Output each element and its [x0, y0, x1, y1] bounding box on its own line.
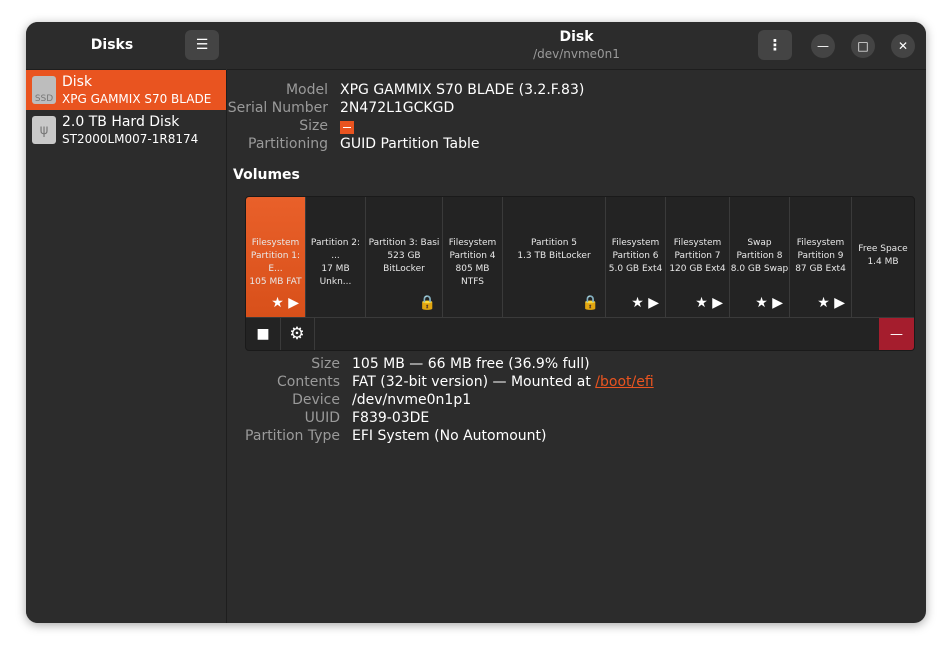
- content-header: Disk /dev/nvme0n1 ⋮ — □ ✕: [227, 22, 926, 70]
- usb-drive-icon: ψ: [32, 116, 56, 144]
- device-name: 2.0 TB Hard Disk: [62, 114, 180, 130]
- disk-menu-button[interactable]: ⋮: [758, 30, 792, 60]
- volumes-title: Volumes: [233, 167, 300, 183]
- device-name: Disk: [62, 74, 93, 90]
- partition-label: Filesystem Partition 7 120 GB Ext4: [669, 238, 726, 274]
- partition-label: Partition 2: ... 17 MB Unkn...: [310, 238, 361, 287]
- partition-5[interactable]: Partition 5 1.3 TB BitLocker 🔒: [503, 197, 606, 317]
- ssd-icon: SSD: [32, 76, 56, 104]
- partition-label: Filesystem Partition 9 87 GB Ext4: [795, 238, 846, 274]
- partition-label: Free Space 1.4 MB: [858, 244, 908, 267]
- free-space[interactable]: Free Space 1.4 MB: [852, 197, 914, 317]
- partition-1[interactable]: Filesystem Partition 1: E... 105 MB FAT …: [246, 197, 306, 317]
- partition-2[interactable]: Partition 2: ... 17 MB Unkn...: [306, 197, 366, 317]
- model-value: XPG GAMMIX S70 BLADE (3.2.F.83): [340, 82, 585, 98]
- partition-label: Partition 3: Basi 523 GB BitLocker: [368, 238, 440, 274]
- close-icon: ✕: [897, 39, 909, 53]
- star-play-icon: ★ ▶: [271, 295, 299, 311]
- lock-icon: 🔒: [581, 295, 599, 311]
- device-item-hdd[interactable]: ψ 2.0 TB Hard Disk ST2000LM007-1R8174: [26, 110, 226, 150]
- main-menu-button[interactable]: ☰: [185, 30, 219, 60]
- device-label: Device: [292, 392, 340, 408]
- star-play-icon: ★ ▶: [817, 295, 845, 311]
- kebab-icon: ⋮: [767, 36, 783, 54]
- volume-toolbar: ■ ⚙ —: [246, 317, 914, 350]
- partitioning-value: GUID Partition Table: [340, 136, 480, 152]
- uuid-label: UUID: [304, 410, 340, 426]
- mount-point-link[interactable]: /boot/efi: [595, 374, 653, 390]
- maximize-icon: □: [857, 39, 869, 53]
- gear-icon: ⚙: [289, 324, 305, 344]
- partitioning-label: Partitioning: [248, 136, 328, 152]
- contents-label: Contents: [277, 374, 340, 390]
- partition-label: Partition 5 1.3 TB BitLocker: [517, 238, 591, 261]
- size-indicator: [340, 121, 354, 134]
- partition-type-label: Partition Type: [245, 428, 340, 444]
- delete-partition-button[interactable]: —: [879, 318, 914, 350]
- close-button[interactable]: ✕: [891, 34, 915, 58]
- device-model: ST2000LM007-1R8174: [62, 132, 199, 146]
- minus-icon: —: [890, 327, 903, 342]
- partition-3[interactable]: Partition 3: Basi 523 GB BitLocker 🔒: [366, 197, 443, 317]
- star-play-icon: ★ ▶: [631, 295, 659, 311]
- partition-4[interactable]: Filesystem Partition 4 805 MB NTFS: [443, 197, 503, 317]
- minimize-button[interactable]: —: [811, 34, 835, 58]
- minimize-icon: —: [817, 39, 829, 53]
- partition-8[interactable]: Swap Partition 8 8.0 GB Swap ★ ▶: [730, 197, 790, 317]
- partition-label: Swap Partition 8 8.0 GB Swap: [730, 238, 789, 274]
- contents-value: FAT (32-bit version) — Mounted at /boot/…: [352, 374, 654, 390]
- partition-7[interactable]: Filesystem Partition 7 120 GB Ext4 ★ ▶: [666, 197, 730, 317]
- sidebar-title: Disks: [90, 37, 134, 53]
- part-size-label: Size: [311, 356, 340, 372]
- part-size-value: 105 MB — 66 MB free (36.9% full): [352, 356, 590, 372]
- stop-icon: ■: [256, 326, 270, 342]
- device-value: /dev/nvme0n1p1: [352, 392, 472, 408]
- partition-options-button[interactable]: ⚙: [280, 318, 315, 350]
- uuid-value: F839-03DE: [352, 410, 430, 426]
- volumes-map: Filesystem Partition 1: E... 105 MB FAT …: [245, 196, 915, 351]
- device-list: SSD Disk XPG GAMMIX S70 BLADE ψ 2.0 TB H…: [26, 70, 227, 623]
- star-play-icon: ★ ▶: [755, 295, 783, 311]
- partition-type-value: EFI System (No Automount): [352, 428, 547, 444]
- unmount-button[interactable]: ■: [246, 318, 281, 350]
- partition-label: Filesystem Partition 6 5.0 GB Ext4: [608, 238, 663, 274]
- device-item-nvme[interactable]: SSD Disk XPG GAMMIX S70 BLADE: [26, 70, 226, 110]
- device-model: XPG GAMMIX S70 BLADE: [62, 92, 212, 106]
- partition-9[interactable]: Filesystem Partition 9 87 GB Ext4 ★ ▶: [790, 197, 852, 317]
- lock-icon: 🔒: [418, 295, 436, 311]
- hamburger-icon: ☰: [195, 37, 209, 53]
- partition-label: Filesystem Partition 1: E... 105 MB FAT: [249, 238, 302, 287]
- partition-grid: Filesystem Partition 1: E... 105 MB FAT …: [246, 197, 914, 317]
- serial-label: Serial Number: [227, 100, 328, 116]
- disks-window: Disks ☰ SSD Disk XPG GAMMIX S70 BLADE ψ …: [26, 22, 926, 623]
- contents-text: FAT (32-bit version) — Mounted at: [352, 374, 596, 390]
- sidebar-header: Disks ☰: [26, 22, 226, 70]
- serial-value: 2N472L1GCKGD: [340, 100, 455, 116]
- model-label: Model: [285, 82, 328, 98]
- size-label: Size: [299, 118, 328, 134]
- maximize-button[interactable]: □: [851, 34, 875, 58]
- partition-label: Filesystem Partition 4 805 MB NTFS: [448, 238, 497, 287]
- partition-6[interactable]: Filesystem Partition 6 5.0 GB Ext4 ★ ▶: [606, 197, 666, 317]
- star-play-icon: ★ ▶: [695, 295, 723, 311]
